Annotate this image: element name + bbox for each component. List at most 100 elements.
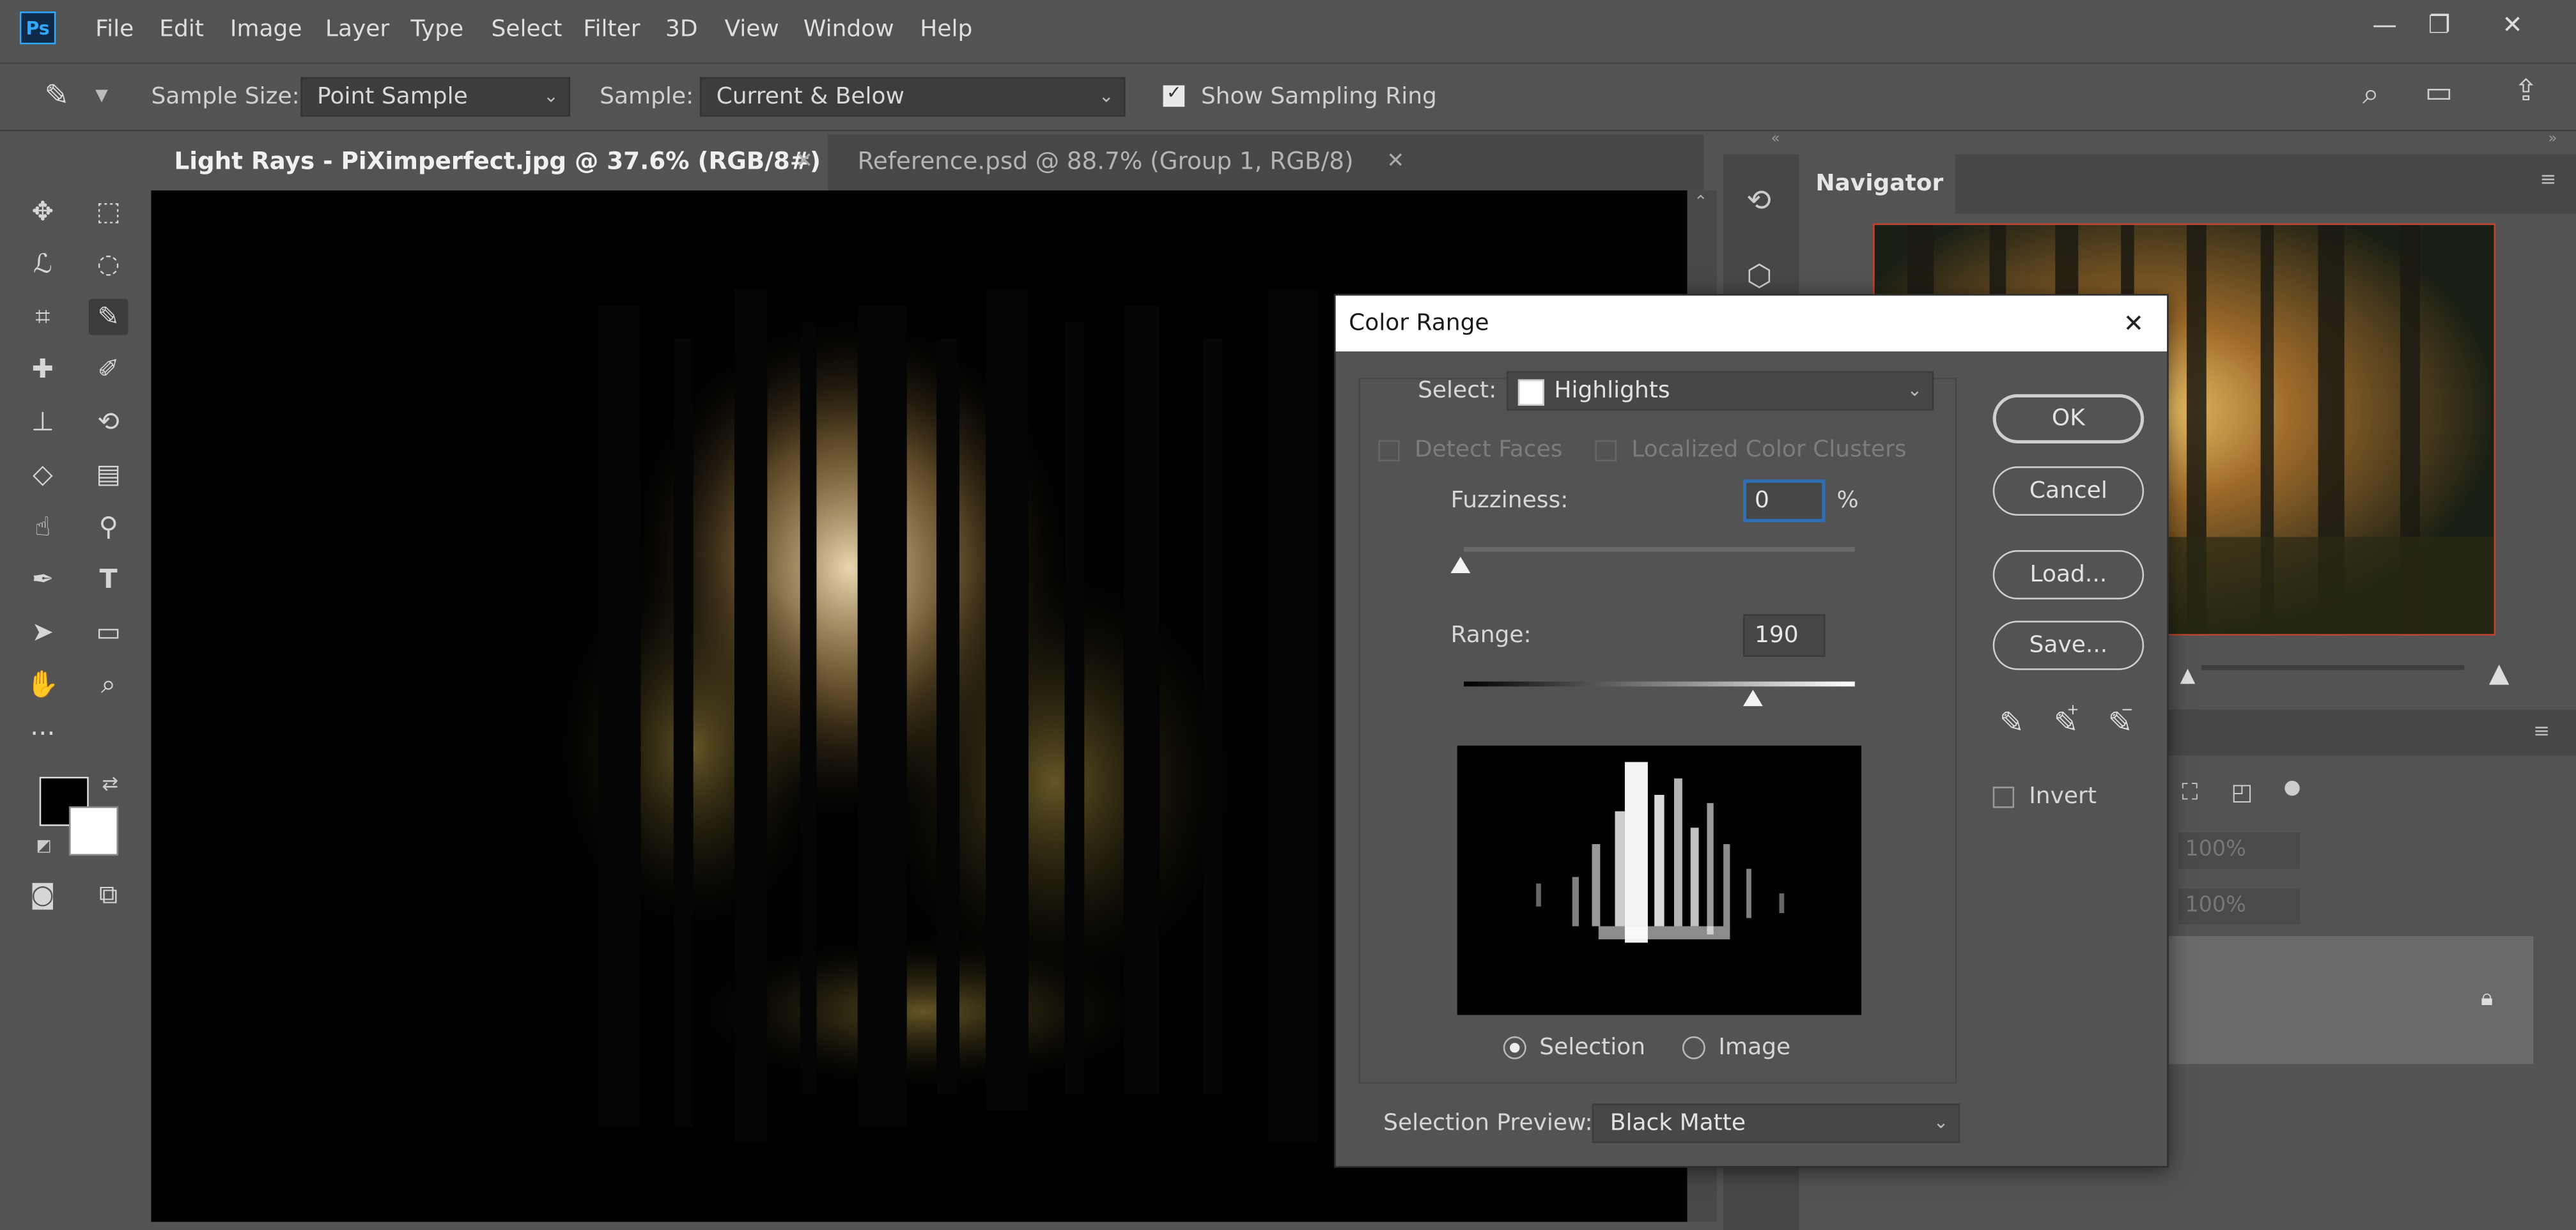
chevron-down-icon: ⌄ bbox=[1098, 85, 1114, 107]
workspace-icon[interactable]: ▭ bbox=[2425, 75, 2453, 110]
zoom-out-icon[interactable]: ▲ bbox=[2180, 663, 2196, 686]
menu-file[interactable]: File bbox=[95, 17, 134, 43]
menu-view[interactable]: View bbox=[724, 17, 779, 43]
crop-tool-icon[interactable]: ⌗ bbox=[23, 299, 63, 335]
detect-faces-checkbox[interactable] bbox=[1378, 440, 1400, 462]
menu-filter[interactable]: Filter bbox=[583, 17, 640, 43]
selection-radio[interactable] bbox=[1503, 1036, 1526, 1059]
pen-tool-icon[interactable]: ✒ bbox=[23, 562, 63, 598]
screen-mode-icon[interactable]: ⧉ bbox=[89, 877, 128, 913]
quick-mask-icon[interactable]: ◙ bbox=[23, 877, 63, 913]
3d-panel-icon[interactable]: ⬡ bbox=[1746, 259, 1772, 294]
image-radio[interactable] bbox=[1682, 1036, 1705, 1059]
close-window-button[interactable]: ✕ bbox=[2502, 10, 2522, 39]
zoom-tool-icon[interactable]: ⌕ bbox=[89, 667, 128, 703]
more-tools-icon[interactable]: ··· bbox=[23, 716, 63, 753]
layer-row-background[interactable]: 🔒︎ bbox=[2168, 936, 2534, 1065]
localized-color-clusters-checkbox[interactable] bbox=[1595, 440, 1617, 462]
expand-panel-icon[interactable]: » bbox=[2548, 132, 2557, 148]
detect-faces-label: Detect Faces bbox=[1414, 436, 1563, 463]
fill-field[interactable]: 100% bbox=[2178, 888, 2301, 925]
sample-select[interactable]: Current & Below ⌄ bbox=[699, 77, 1126, 117]
fuzziness-slider-thumb[interactable] bbox=[1450, 557, 1471, 573]
rectangle-tool-icon[interactable]: ▭ bbox=[89, 614, 128, 650]
lock-all-icon[interactable]: ● bbox=[2284, 775, 2301, 798]
close-icon[interactable]: ✕ bbox=[2123, 296, 2144, 351]
selection-preview-select[interactable]: Black Matte ⌄ bbox=[1592, 1103, 1960, 1143]
select-dropdown[interactable]: Highlights ⌄ bbox=[1506, 371, 1934, 411]
brush-tool-icon[interactable]: ✐ bbox=[89, 351, 128, 388]
lock-position-icon[interactable]: ⛶ bbox=[2182, 780, 2198, 806]
tab-reference[interactable]: Reference.psd @ 88.7% (Group 1, RGB/8) ✕ bbox=[835, 135, 1420, 190]
range-slider-thumb[interactable] bbox=[1742, 689, 1763, 707]
panel-menu-icon[interactable]: ≡ bbox=[2533, 719, 2550, 742]
history-brush-tool-icon[interactable]: ⟲ bbox=[89, 404, 128, 440]
panel-menu-icon[interactable]: ≡ bbox=[2540, 167, 2557, 190]
type-tool-icon[interactable]: T bbox=[89, 562, 128, 598]
marquee-tool-icon[interactable]: ⬚ bbox=[89, 194, 128, 230]
chevron-down-icon: ⌄ bbox=[543, 85, 559, 107]
tab-navigator[interactable]: Navigator bbox=[1804, 154, 1955, 214]
sample-size-select[interactable]: Point Sample ⌄ bbox=[300, 77, 570, 117]
fuzziness-input[interactable]: 0 bbox=[1742, 479, 1826, 523]
lock-artboard-icon[interactable]: ◰ bbox=[2231, 780, 2253, 806]
chevron-down-icon: ⌄ bbox=[1933, 1112, 1949, 1134]
fuzziness-slider-track[interactable] bbox=[1464, 546, 1855, 552]
minimize-button[interactable]: — bbox=[2372, 10, 2397, 39]
quick-selection-tool-icon[interactable]: ◌ bbox=[89, 247, 128, 283]
cancel-button[interactable]: Cancel bbox=[1992, 466, 2145, 516]
navigator-zoom-slider[interactable] bbox=[2201, 665, 2465, 670]
save-button[interactable]: Save... bbox=[1992, 620, 2145, 670]
background-color-swatch[interactable] bbox=[68, 806, 119, 856]
eyedropper-preset-icon[interactable]: ✎ bbox=[44, 79, 69, 113]
document-tabs: Light Rays - PiXimperfect.jpg @ 37.6% (R… bbox=[151, 134, 1704, 191]
menu-image[interactable]: Image bbox=[230, 17, 302, 43]
hand-tool-icon[interactable]: ✋ bbox=[23, 667, 63, 703]
move-tool-icon[interactable]: ✥ bbox=[23, 194, 63, 230]
dialog-title-bar[interactable]: Color Range ✕ bbox=[1335, 295, 2168, 352]
scroll-up-icon[interactable]: ⌃ bbox=[1694, 194, 1708, 211]
menu-edit[interactable]: Edit bbox=[159, 17, 204, 43]
path-selection-tool-icon[interactable]: ➤ bbox=[23, 614, 63, 650]
clone-stamp-tool-icon[interactable]: ⊥ bbox=[23, 404, 63, 440]
localized-color-clusters-label: Localized Color Clusters bbox=[1631, 436, 1907, 463]
restore-button[interactable]: ❐ bbox=[2428, 10, 2451, 39]
ok-button[interactable]: OK bbox=[1992, 394, 2145, 443]
smudge-tool-icon[interactable]: ☝ bbox=[23, 509, 63, 546]
gradient-tool-icon[interactable]: ▤ bbox=[89, 457, 128, 493]
load-button[interactable]: Load... bbox=[1992, 550, 2145, 600]
menu-window[interactable]: Window bbox=[803, 17, 894, 43]
default-colors-icon[interactable]: ◩ bbox=[36, 838, 52, 856]
invert-checkbox[interactable] bbox=[1992, 787, 2015, 808]
dodge-tool-icon[interactable]: ⚲ bbox=[89, 509, 128, 546]
close-tab-icon[interactable]: ✕ bbox=[795, 135, 813, 190]
range-slider-track[interactable] bbox=[1464, 681, 1855, 687]
healing-brush-tool-icon[interactable]: ✚ bbox=[23, 351, 63, 388]
lasso-tool-icon[interactable]: ℒ bbox=[23, 247, 63, 283]
range-input[interactable]: 190 bbox=[1742, 614, 1826, 657]
menu-type[interactable]: Type bbox=[411, 17, 464, 43]
tab-light-rays[interactable]: Light Rays - PiXimperfect.jpg @ 37.6% (R… bbox=[151, 134, 828, 191]
dialog-title: Color Range bbox=[1349, 310, 1489, 337]
zoom-in-icon[interactable]: ▲ bbox=[2489, 657, 2510, 688]
eraser-tool-icon[interactable]: ◇ bbox=[23, 457, 63, 493]
menu-layer[interactable]: Layer bbox=[325, 17, 389, 43]
collapse-panel-icon[interactable]: « bbox=[1771, 132, 1780, 148]
close-tab-icon[interactable]: ✕ bbox=[1386, 135, 1404, 190]
search-icon[interactable]: ⌕ bbox=[2363, 77, 2379, 112]
opacity-field[interactable]: 100% bbox=[2178, 833, 2301, 869]
history-panel-icon[interactable]: ⟲ bbox=[1746, 184, 1771, 219]
swap-colors-icon[interactable]: ⇄ bbox=[102, 772, 118, 795]
photoshop-logo: Ps bbox=[19, 11, 56, 45]
eyedropper-icon[interactable]: ✎ bbox=[1999, 706, 2024, 741]
selection-preview-thumbnail[interactable] bbox=[1457, 745, 1862, 1015]
layers-panel-header: ≡ bbox=[2168, 709, 2576, 756]
menu-help[interactable]: Help bbox=[920, 17, 972, 43]
eyedropper-tool-icon[interactable]: ✎ bbox=[88, 298, 128, 335]
show-sampling-ring-checkbox[interactable] bbox=[1163, 82, 1185, 107]
share-icon[interactable]: ⇪ bbox=[2513, 74, 2538, 109]
menu-3d[interactable]: 3D bbox=[665, 17, 698, 43]
chevron-down-icon[interactable]: ▼ bbox=[95, 87, 108, 105]
menu-select[interactable]: Select bbox=[491, 17, 562, 43]
show-sampling-ring-label: Show Sampling Ring bbox=[1200, 84, 1437, 111]
